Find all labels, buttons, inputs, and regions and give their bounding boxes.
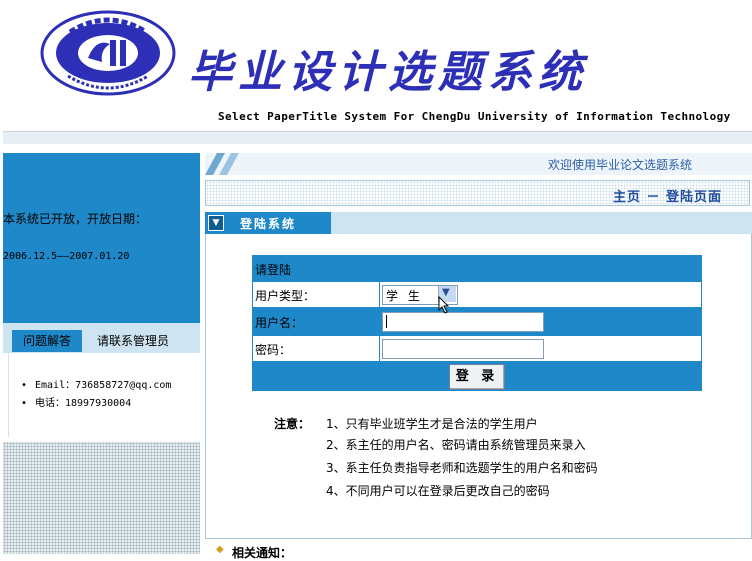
contact-email: • Email：736858727@qq.com bbox=[21, 380, 172, 391]
page-title-english: Select PaperTitle System For ChengDu Uni… bbox=[218, 110, 731, 123]
related-notice-title: 相关通知： bbox=[232, 546, 293, 560]
related-divider bbox=[205, 538, 752, 539]
login-heading: 请登陆 bbox=[255, 263, 292, 277]
tab-faq[interactable]: 问题解答 bbox=[12, 330, 82, 352]
chevron-down-icon: ▼ bbox=[208, 215, 224, 231]
bullet-icon: • bbox=[21, 398, 28, 409]
welcome-text: 欢迎使用毕业论文选题系统 bbox=[548, 158, 693, 172]
open-notice: 本系统已开放，开放日期： bbox=[3, 212, 148, 226]
bullet-star-icon: ◆ bbox=[216, 544, 224, 555]
row-divider bbox=[379, 282, 380, 307]
left-decorative-pattern bbox=[3, 442, 200, 554]
username-label: 用户名： bbox=[255, 316, 304, 330]
row-user-type bbox=[253, 282, 701, 307]
header-divider bbox=[3, 131, 752, 144]
note-item: 4、不同用户可以在登录后更改自己的密码 bbox=[326, 484, 550, 498]
user-type-label: 用户类型： bbox=[255, 289, 316, 303]
note-item: 1、只有毕业班学生才是合法的学生用户 bbox=[326, 417, 538, 431]
row-divider bbox=[379, 336, 380, 361]
note-item: 3、系主任负责指导老师和选题学生的用户名和密码 bbox=[326, 461, 598, 475]
login-button[interactable]: 登 录 bbox=[449, 364, 505, 390]
university-logo bbox=[40, 10, 176, 96]
breadcrumb: 主页 － 登陆页面 bbox=[612, 190, 722, 205]
password-label: 密码： bbox=[255, 343, 292, 357]
page-title-chinese: 毕业设计选题系统 bbox=[188, 47, 588, 98]
open-dates: 2006.12.5——2007.01.20 bbox=[3, 251, 130, 262]
bullet-icon: • bbox=[21, 380, 28, 391]
contact-phone: • 电话：18997930004 bbox=[21, 398, 132, 409]
section-title: 登陆系统 bbox=[240, 217, 297, 231]
contact-box: • Email：736858727@qq.com • 电话：18997930004 bbox=[8, 353, 194, 437]
notes-label: 注意： bbox=[274, 417, 311, 431]
note-item: 2、系主任的用户名、密码请由系统管理员来录入 bbox=[326, 438, 586, 452]
user-type-value: 学 生 bbox=[386, 289, 423, 303]
mouse-cursor-icon bbox=[438, 295, 450, 318]
username-input[interactable] bbox=[382, 312, 544, 332]
text-caret bbox=[386, 315, 387, 328]
password-input[interactable] bbox=[382, 339, 544, 359]
tab-contact-admin[interactable]: 请联系管理员 bbox=[97, 332, 169, 349]
stripe-decoration-icon bbox=[205, 153, 240, 175]
left-info-panel bbox=[3, 153, 200, 323]
